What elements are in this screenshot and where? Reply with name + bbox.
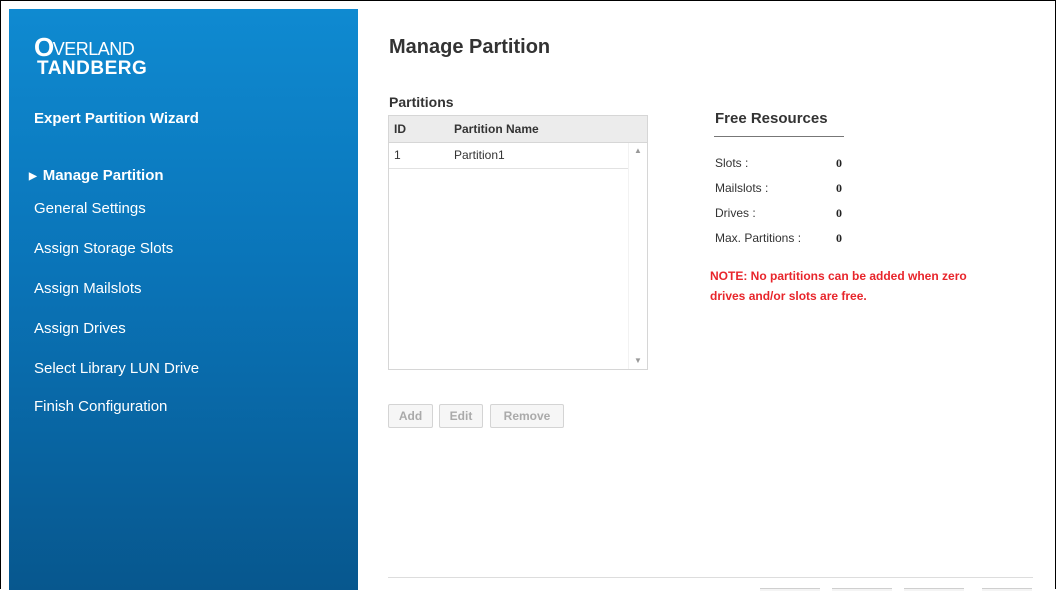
nav-item-assign-drives[interactable]: Assign Drives xyxy=(34,320,126,337)
sidebar: O VERLAND TANDBERG Expert Partition Wizar… xyxy=(9,9,358,590)
page-title: Manage Partition xyxy=(389,36,551,58)
max-partitions-label: Max. Partitions : xyxy=(715,231,802,245)
cell-id: 1 xyxy=(394,148,401,162)
nav-item-finish-configuration[interactable]: Finish Configuration xyxy=(34,398,167,415)
nav-item-select-library-lun-drive[interactable]: Select Library LUN Drive xyxy=(34,360,199,377)
nav-item-manage-partition[interactable]: ▶ Manage Partition xyxy=(29,167,164,184)
drives-label: Drives : xyxy=(715,206,756,220)
table-row[interactable]: 1 Partition1 xyxy=(389,143,628,169)
free-resources-title: Free Resources xyxy=(715,110,828,127)
caret-right-icon: ▶ xyxy=(29,170,37,182)
max-partitions-value: 0 xyxy=(836,231,842,245)
table-header: ID Partition Name xyxy=(389,116,647,143)
nav-item-assign-storage-slots[interactable]: Assign Storage Slots xyxy=(34,240,173,257)
overland-tandberg-logo: O VERLAND TANDBERG xyxy=(34,32,148,79)
mailslots-value: 0 xyxy=(836,181,842,195)
mailslots-label: Mailslots : xyxy=(715,181,769,195)
footer-divider xyxy=(388,577,1033,578)
partitions-heading: Partitions xyxy=(389,94,454,110)
resource-warning-note: NOTE: No partitions can be added when ze… xyxy=(710,269,967,303)
scroll-up-icon[interactable]: ▲ xyxy=(634,146,642,155)
drives-value: 0 xyxy=(836,206,842,220)
cell-partition-name: Partition1 xyxy=(454,148,505,162)
remove-button[interactable]: Remove xyxy=(490,404,564,428)
slots-value: 0 xyxy=(836,156,842,170)
nav-item-assign-mailslots[interactable]: Assign Mailslots xyxy=(34,280,142,297)
edit-button[interactable]: Edit xyxy=(439,404,483,428)
scroll-down-icon[interactable]: ▼ xyxy=(634,356,642,365)
column-header-id[interactable]: ID xyxy=(394,122,406,136)
nav-item-general-settings[interactable]: General Settings xyxy=(34,200,146,217)
column-header-partition-name[interactable]: Partition Name xyxy=(454,122,539,136)
scrollbar[interactable] xyxy=(628,143,629,369)
add-button[interactable]: Add xyxy=(388,404,433,428)
partitions-table: ID Partition Name 1 Partition1 ▲ ▼ xyxy=(388,115,648,370)
free-resources-divider xyxy=(714,136,844,137)
slots-label: Slots : xyxy=(715,156,749,170)
wizard-title: Expert Partition Wizard xyxy=(34,110,199,127)
